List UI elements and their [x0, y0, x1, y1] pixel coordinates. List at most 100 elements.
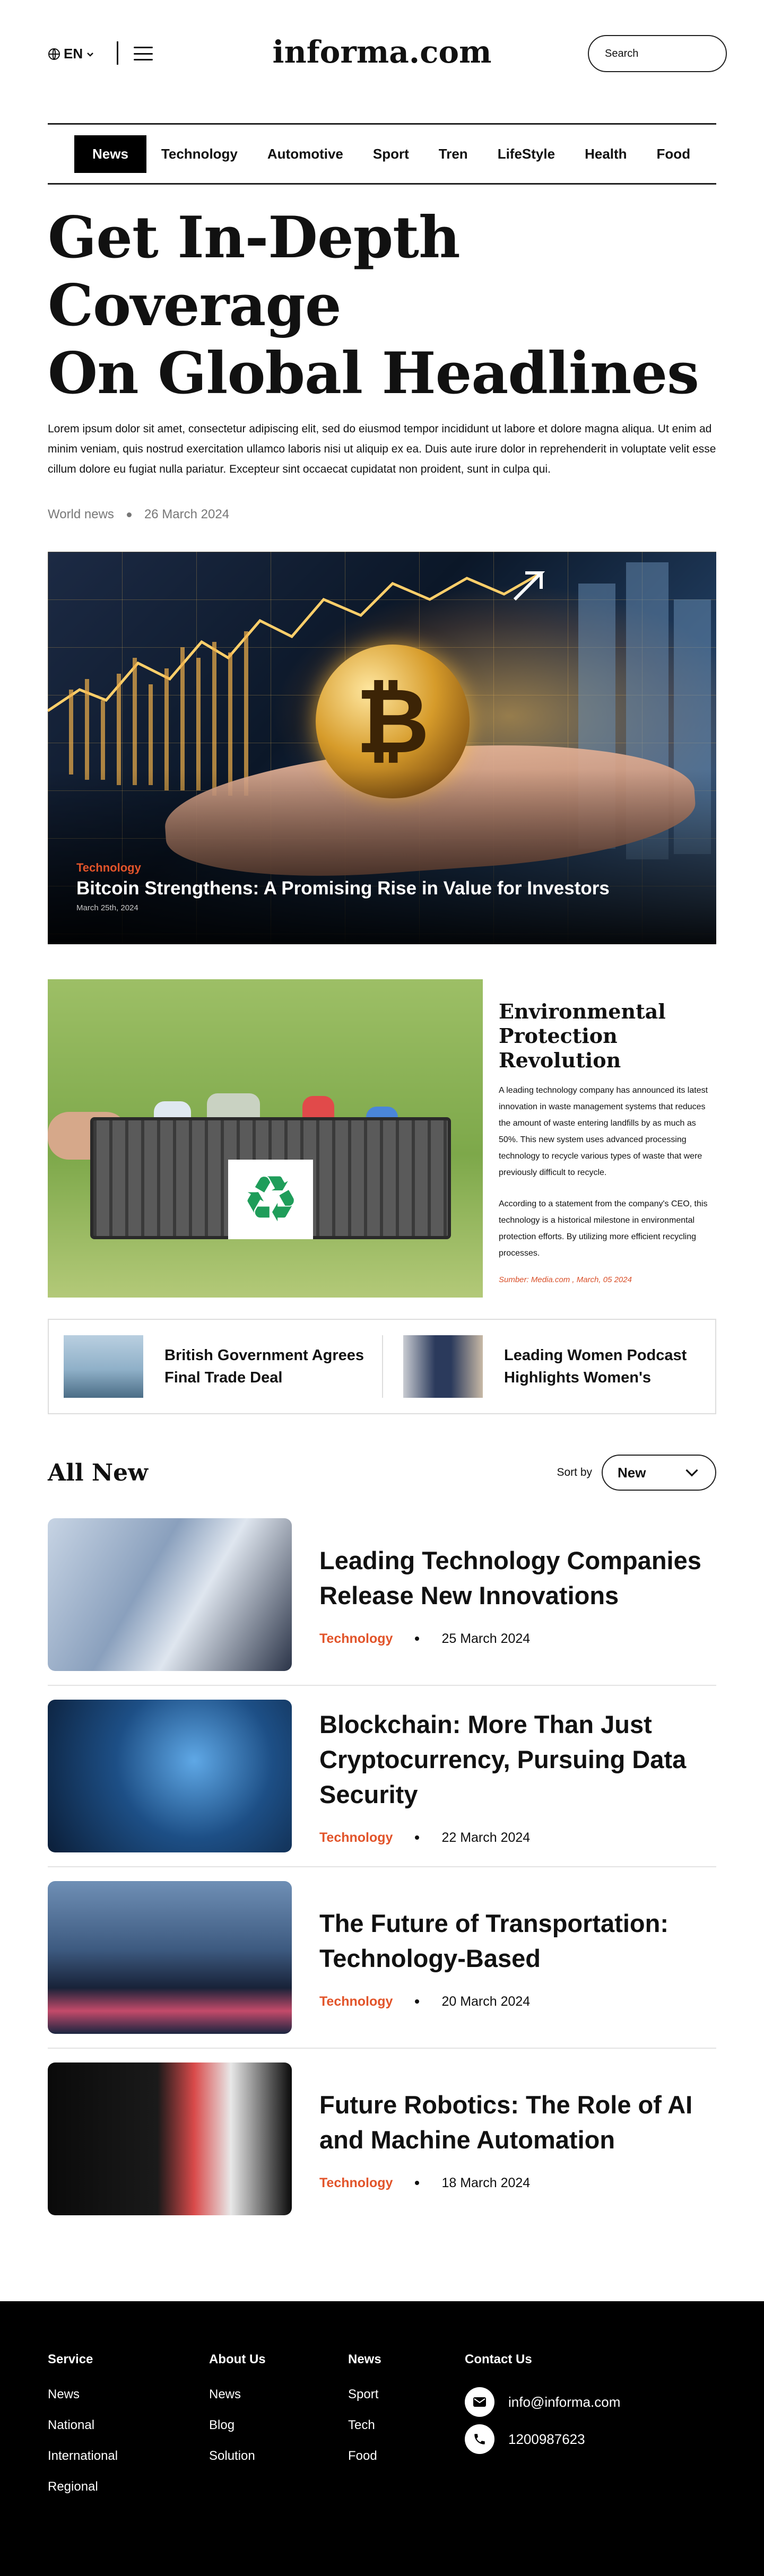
mini-headline[interactable]: British Government Agrees Final Trade De…	[49, 1335, 382, 1398]
article-category[interactable]: Technology	[319, 2175, 393, 2191]
article-info: Future Robotics: The Role of AI and Mach…	[292, 2087, 716, 2191]
footer-heading: Contact Us	[465, 2352, 532, 2366]
contact-phone[interactable]: 1200987623	[465, 2424, 620, 2454]
environment-article: ♻ Environmental Protection Revolution A …	[48, 979, 716, 1298]
footer-link[interactable]: Blog	[209, 2418, 348, 2433]
article-info: Leading Technology Companies Release New…	[292, 1543, 716, 1647]
footer-news-column: News Sport Tech Food	[348, 2352, 465, 2510]
featured-caption: Technology Bitcoin Strengthens: A Promis…	[76, 861, 610, 912]
nav-item-tren[interactable]: Tren	[424, 136, 483, 172]
tech-innovation-thumbnail	[48, 1518, 292, 1671]
featured-date: March 25th, 2024	[76, 903, 138, 912]
hero-category[interactable]: World news	[48, 507, 114, 522]
footer-service-column: Service News National International Regi…	[48, 2352, 209, 2510]
footer-link[interactable]: News	[209, 2387, 348, 2402]
footer-contact-column: Contact Us info@informa.com 1200987623	[465, 2352, 620, 2510]
nav-item-health[interactable]: Health	[570, 136, 641, 172]
environment-text: Environmental Protection Revolution A le…	[483, 979, 716, 1298]
article-info: Blockchain: More Than Just Cryptocurrenc…	[292, 1707, 716, 1846]
footer-link[interactable]: Tech	[348, 2418, 465, 2433]
mini-headlines: British Government Agrees Final Trade De…	[48, 1319, 716, 1414]
article-category[interactable]: Technology	[319, 1994, 393, 2009]
sort-label: Sort by	[557, 1466, 592, 1478]
sort-select[interactable]: New	[602, 1455, 716, 1491]
chevron-down-icon	[685, 1469, 698, 1477]
phone-icon	[465, 2424, 494, 2454]
article-title[interactable]: Future Robotics: The Role of AI and Mach…	[319, 2087, 716, 2157]
footer-link[interactable]: National	[48, 2418, 209, 2433]
environment-title[interactable]: Environmental Protection Revolution	[499, 999, 716, 1073]
environment-paragraph-2: According to a statement from the compan…	[499, 1199, 708, 1258]
list-item[interactable]: Blockchain: More Than Just Cryptocurrenc…	[48, 1686, 716, 1867]
separator-dot	[126, 512, 132, 517]
separator-dot	[415, 1637, 420, 1641]
trade-ship-thumbnail	[64, 1335, 143, 1398]
contact-phone-text[interactable]: 1200987623	[508, 2431, 585, 2448]
article-date: 18 March 2024	[441, 2175, 531, 2190]
footer-link[interactable]: International	[48, 2449, 209, 2464]
image-shade	[48, 769, 716, 944]
article-title[interactable]: Blockchain: More Than Just Cryptocurrenc…	[319, 1707, 716, 1812]
article-info: The Future of Transportation: Technology…	[292, 1906, 716, 2009]
recycling-photo[interactable]: ♻	[48, 979, 483, 1298]
hero-lead: Lorem ipsum dolor sit amet, consectetur …	[48, 423, 716, 475]
footer-link[interactable]: Sport	[348, 2387, 465, 2402]
article-date: 25 March 2024	[441, 1631, 531, 1646]
mini-headline-title[interactable]: Leading Women Podcast Highlights Women's	[504, 1344, 715, 1389]
category-nav: News Technology Automotive Sport Tren Li…	[48, 123, 716, 185]
footer-link[interactable]: Regional	[48, 2479, 209, 2494]
footer-heading: About Us	[209, 2352, 266, 2366]
site-header: EN informa.com	[48, 0, 745, 110]
article-title[interactable]: The Future of Transportation: Technology…	[319, 1906, 716, 1976]
nav-item-automotive[interactable]: Automotive	[253, 136, 358, 172]
article-category[interactable]: Technology	[319, 1830, 393, 1846]
hero-date: 26 March 2024	[144, 507, 230, 521]
search-input[interactable]	[605, 47, 745, 60]
nav-item-technology[interactable]: Technology	[146, 136, 253, 172]
contact-email[interactable]: info@informa.com	[465, 2387, 620, 2417]
blockchain-thumbnail	[48, 1700, 292, 1852]
article-meta: Technology 25 March 2024	[319, 1631, 716, 1647]
hero-title-line1: Get In-Depth Coverage	[48, 204, 461, 339]
environment-paragraph-1: A leading technology company has announc…	[499, 1086, 708, 1177]
list-item[interactable]: Leading Technology Companies Release New…	[48, 1504, 716, 1686]
list-item[interactable]: Future Robotics: The Role of AI and Mach…	[48, 2049, 716, 2229]
footer-heading: News	[348, 2352, 381, 2366]
list-item[interactable]: The Future of Transportation: Technology…	[48, 1867, 716, 2049]
hero-title-line2: On Global Headlines	[48, 340, 699, 407]
hero-meta: World news 26 March 2024	[48, 507, 716, 522]
nav-item-lifestyle[interactable]: LifeStyle	[483, 136, 570, 172]
article-meta: Technology 18 March 2024	[319, 2175, 716, 2191]
all-new-header: All New Sort by New	[48, 1455, 716, 1491]
site-footer: Service News National International Regi…	[0, 2301, 764, 2576]
footer-about-column: About Us News Blog Solution	[209, 2352, 348, 2510]
article-list: Leading Technology Companies Release New…	[48, 1504, 716, 2229]
nav-item-food[interactable]: Food	[642, 136, 706, 172]
separator-dot	[415, 1835, 420, 1840]
footer-link[interactable]: Solution	[209, 2449, 348, 2464]
article-meta: Technology 20 March 2024	[319, 1994, 716, 2009]
mini-headline-title[interactable]: British Government Agrees Final Trade De…	[164, 1344, 382, 1389]
article-date: 20 March 2024	[441, 1994, 531, 2009]
footer-link[interactable]: Food	[348, 2449, 465, 2464]
nav-item-news[interactable]: News	[74, 135, 146, 173]
featured-title[interactable]: Bitcoin Strengthens: A Promising Rise in…	[76, 878, 610, 899]
separator-dot	[415, 2181, 420, 2185]
mini-headline[interactable]: Leading Women Podcast Highlights Women's	[382, 1335, 715, 1398]
footer-link[interactable]: News	[48, 2387, 209, 2402]
sort-value: New	[618, 1464, 646, 1481]
transportation-thumbnail	[48, 1881, 292, 2034]
all-new-heading: All New	[48, 1459, 148, 1486]
search-box[interactable]	[588, 35, 745, 72]
article-date: 22 March 2024	[441, 1830, 531, 1845]
article-title[interactable]: Leading Technology Companies Release New…	[319, 1543, 716, 1613]
separator-dot	[415, 1999, 420, 2004]
sort-control: Sort by New	[557, 1455, 716, 1491]
contact-email-text[interactable]: info@informa.com	[508, 2394, 620, 2410]
footer-heading: Service	[48, 2352, 93, 2366]
featured-category[interactable]: Technology	[76, 861, 610, 875]
article-category[interactable]: Technology	[319, 1631, 393, 1647]
nav-item-sport[interactable]: Sport	[358, 136, 424, 172]
robotics-thumbnail	[48, 2062, 292, 2215]
featured-article[interactable]: ₿ Technology Bitcoin Strengthens: A Prom…	[48, 552, 716, 944]
